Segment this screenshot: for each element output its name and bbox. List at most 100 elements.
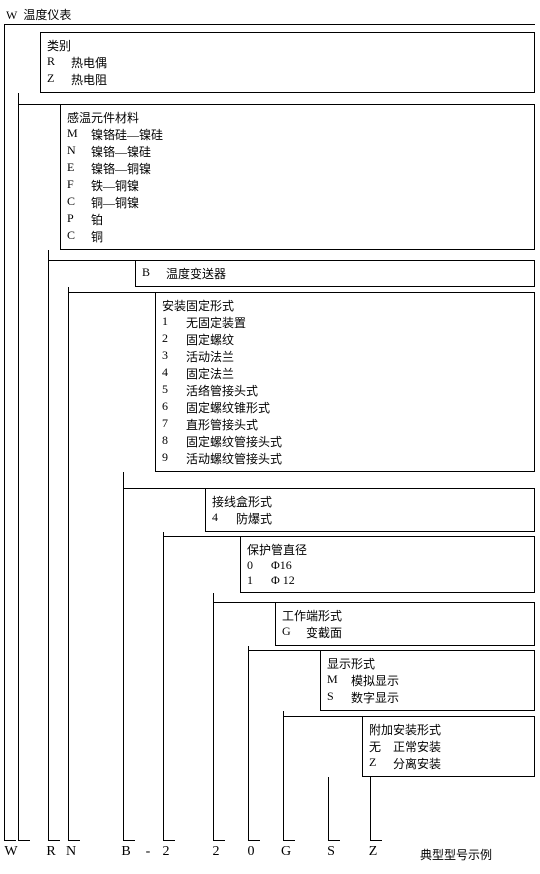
option-row: 1 Φ 12	[247, 573, 528, 588]
opt-label: 变截面	[306, 624, 342, 641]
box-title: 显示形式	[327, 655, 528, 672]
option-row: P铂	[67, 211, 528, 228]
example-code-char: G	[271, 844, 301, 860]
option-row: 9 活动螺纹管接头式	[162, 450, 528, 467]
spec-box: B 温度变送器	[135, 260, 535, 287]
spec-box: 工作端形式G变截面	[275, 602, 535, 646]
option-row: S 数字显示	[327, 689, 528, 706]
opt-label: Φ 12	[271, 573, 295, 588]
option-row: N 镍铬—镍硅	[67, 143, 528, 160]
opt-code: 2	[162, 331, 180, 348]
opt-label: 镍铬—镍硅	[91, 143, 151, 160]
opt-label: 分离安装	[393, 755, 441, 772]
example-code-char: 0	[236, 844, 266, 860]
root-title: 温度仪表	[23, 8, 71, 22]
opt-code: M	[327, 672, 345, 689]
opt-code: 9	[162, 450, 180, 467]
opt-code: F	[67, 177, 85, 194]
option-row: C铜—铜镍	[67, 194, 528, 211]
opt-code: 6	[162, 399, 180, 416]
opt-code: Z	[369, 755, 387, 772]
box-title: 保护管直径	[247, 541, 528, 558]
opt-code: N	[67, 143, 85, 160]
spec-box: 显示形式M 模拟显示 S 数字显示	[320, 650, 535, 711]
opt-code: Z	[47, 71, 65, 88]
example-code-char: 2	[201, 844, 231, 860]
opt-label: 活动螺纹管接头式	[186, 450, 282, 467]
opt-label: 固定螺纹锥形式	[186, 399, 270, 416]
option-row: F 铁—铜镍	[67, 177, 528, 194]
opt-code: S	[327, 689, 345, 706]
opt-label: 铁—铜镍	[91, 177, 139, 194]
option-row: R 热电偶	[47, 54, 528, 71]
opt-label: 活络管接头式	[186, 382, 258, 399]
option-row: G变截面	[282, 624, 528, 641]
opt-label: 固定螺纹管接头式	[186, 433, 282, 450]
option-row: 7直形管接头式	[162, 416, 528, 433]
opt-code: C	[67, 194, 85, 211]
example-code-char: 2	[151, 844, 181, 860]
spec-box: 类别R热电偶Z热电阻	[40, 32, 535, 93]
option-row: 无正常安装	[369, 738, 528, 755]
opt-code: 1	[247, 573, 265, 588]
option-row: 0Φ16	[247, 558, 528, 573]
box-title: 附加安装形式	[369, 721, 528, 738]
example-code-char: W	[0, 844, 26, 860]
opt-label: 镍铬硅—镍硅	[91, 126, 163, 143]
option-row: 8 固定螺纹管接头式	[162, 433, 528, 450]
option-row: 1无固定装置	[162, 314, 528, 331]
box-title: 安装固定形式	[162, 297, 528, 314]
example-code-char: N	[56, 844, 86, 860]
opt-label: 直形管接头式	[186, 416, 258, 433]
opt-code: R	[47, 54, 65, 71]
opt-label: 固定螺纹	[186, 331, 234, 348]
option-row: 2 固定螺纹	[162, 331, 528, 348]
box-title: 温度变送器	[166, 265, 226, 282]
opt-code: P	[67, 211, 85, 228]
opt-code: C	[67, 228, 85, 245]
opt-code: 0	[247, 558, 265, 573]
box-title: 工作端形式	[282, 607, 528, 624]
opt-code: 3	[162, 348, 180, 365]
opt-code: 4	[212, 510, 230, 527]
model-code-diagram: W 温度仪表类别R热电偶Z热电阻感温元件材料M镍铬硅—镍硅N镍铬—镍硅E镍铬—铜…	[0, 0, 540, 874]
root-label: W 温度仪表	[6, 6, 71, 23]
opt-code: E	[67, 160, 85, 177]
opt-code: 8	[162, 433, 180, 450]
option-row: 5 活络管接头式	[162, 382, 528, 399]
spec-box: 附加安装形式无正常安装Z分离安装	[362, 716, 535, 777]
opt-label: 热电阻	[71, 71, 107, 88]
spec-box: 感温元件材料M 镍铬硅—镍硅 N 镍铬—镍硅 E 镍铬—铜镍 F 铁—铜镍C铜—铜镍P铂C铜	[60, 104, 535, 250]
opt-label: 铂	[91, 211, 103, 228]
opt-label: 固定法兰	[186, 365, 234, 382]
opt-code: 1	[162, 314, 180, 331]
box-title: 感温元件材料	[67, 109, 528, 126]
spec-box: 安装固定形式1无固定装置2 固定螺纹 3 活动法兰4固定法兰5 活络管接头式 6 固定螺纹锥…	[155, 292, 535, 472]
opt-label: 模拟显示	[351, 672, 399, 689]
option-row: E 镍铬—铜镍	[67, 160, 528, 177]
option-row: Z 热电阻	[47, 71, 528, 88]
root-code: W	[6, 8, 17, 22]
option-row: C铜	[67, 228, 528, 245]
option-row: M 模拟显示	[327, 672, 528, 689]
opt-label: 活动法兰	[186, 348, 234, 365]
opt-label: 镍铬—铜镍	[91, 160, 151, 177]
example-code-char: Z	[358, 844, 388, 860]
opt-label: 防爆式	[236, 510, 272, 527]
opt-label: 正常安装	[393, 738, 441, 755]
spec-box: 保护管直径0Φ161 Φ 12	[240, 536, 535, 593]
opt-label: 数字显示	[351, 689, 399, 706]
opt-code: 5	[162, 382, 180, 399]
opt-code: M	[67, 126, 85, 143]
option-row: 3 活动法兰	[162, 348, 528, 365]
opt-code: 无	[369, 738, 387, 755]
option-row: 4 防爆式	[212, 510, 528, 527]
example-label: 典型型号示例	[420, 846, 492, 863]
option-row: 4固定法兰	[162, 365, 528, 382]
opt-code: B	[142, 265, 160, 282]
example-code-char: S	[316, 844, 346, 860]
box-title: 接线盒形式	[212, 493, 528, 510]
option-row: M 镍铬硅—镍硅	[67, 126, 528, 143]
option-row: 6 固定螺纹锥形式	[162, 399, 528, 416]
opt-label: 热电偶	[71, 54, 107, 71]
